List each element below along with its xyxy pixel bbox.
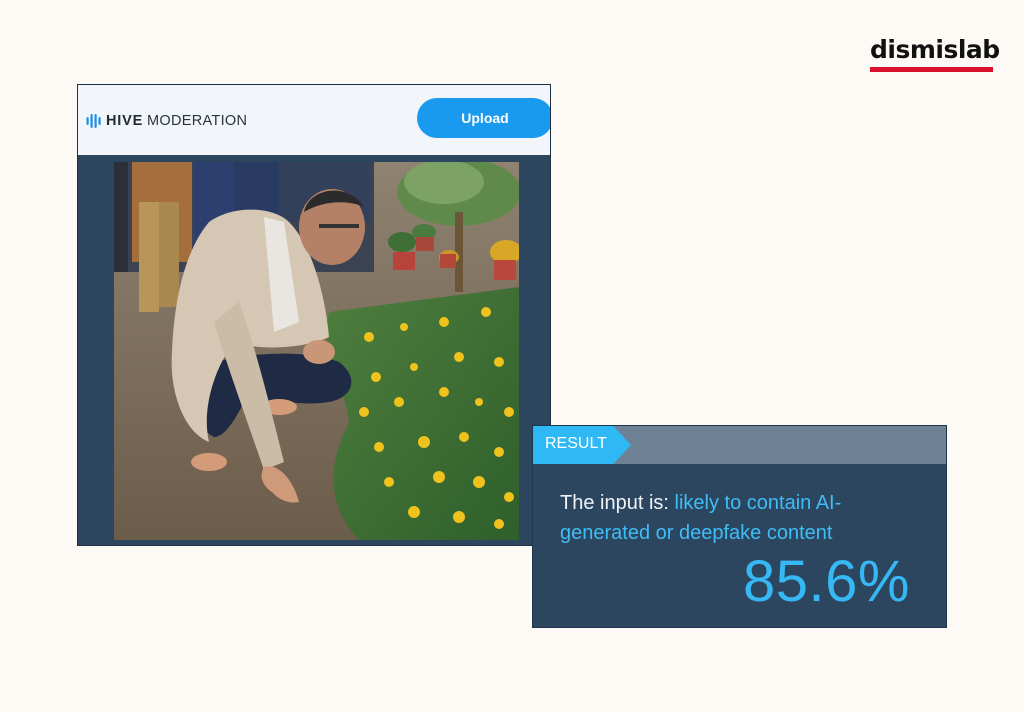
upload-button[interactable]: Upload: [417, 98, 550, 138]
hive-moderation-panel: HIVE MODERATION Upload: [77, 84, 551, 546]
logo-underline: [870, 67, 993, 72]
result-prefix: The input is:: [560, 492, 675, 514]
logo-text: dismislab: [870, 35, 1000, 64]
result-percentage: 85.6%: [743, 549, 910, 614]
hive-header: HIVE MODERATION Upload: [78, 85, 550, 155]
result-card: RESULT The input is: likely to contain A…: [532, 425, 947, 628]
brand-hive: HIVE: [106, 113, 144, 129]
hive-brand: HIVE MODERATION: [86, 113, 247, 129]
result-verdict-text: The input is: likely to contain AI-gener…: [560, 488, 920, 548]
dismislab-logo: dismislab: [870, 35, 1000, 72]
hive-bars-icon: [86, 114, 101, 128]
result-tag-label: RESULT: [545, 435, 607, 452]
brand-moderation: MODERATION: [147, 113, 248, 129]
analyzed-photo: [114, 162, 519, 540]
